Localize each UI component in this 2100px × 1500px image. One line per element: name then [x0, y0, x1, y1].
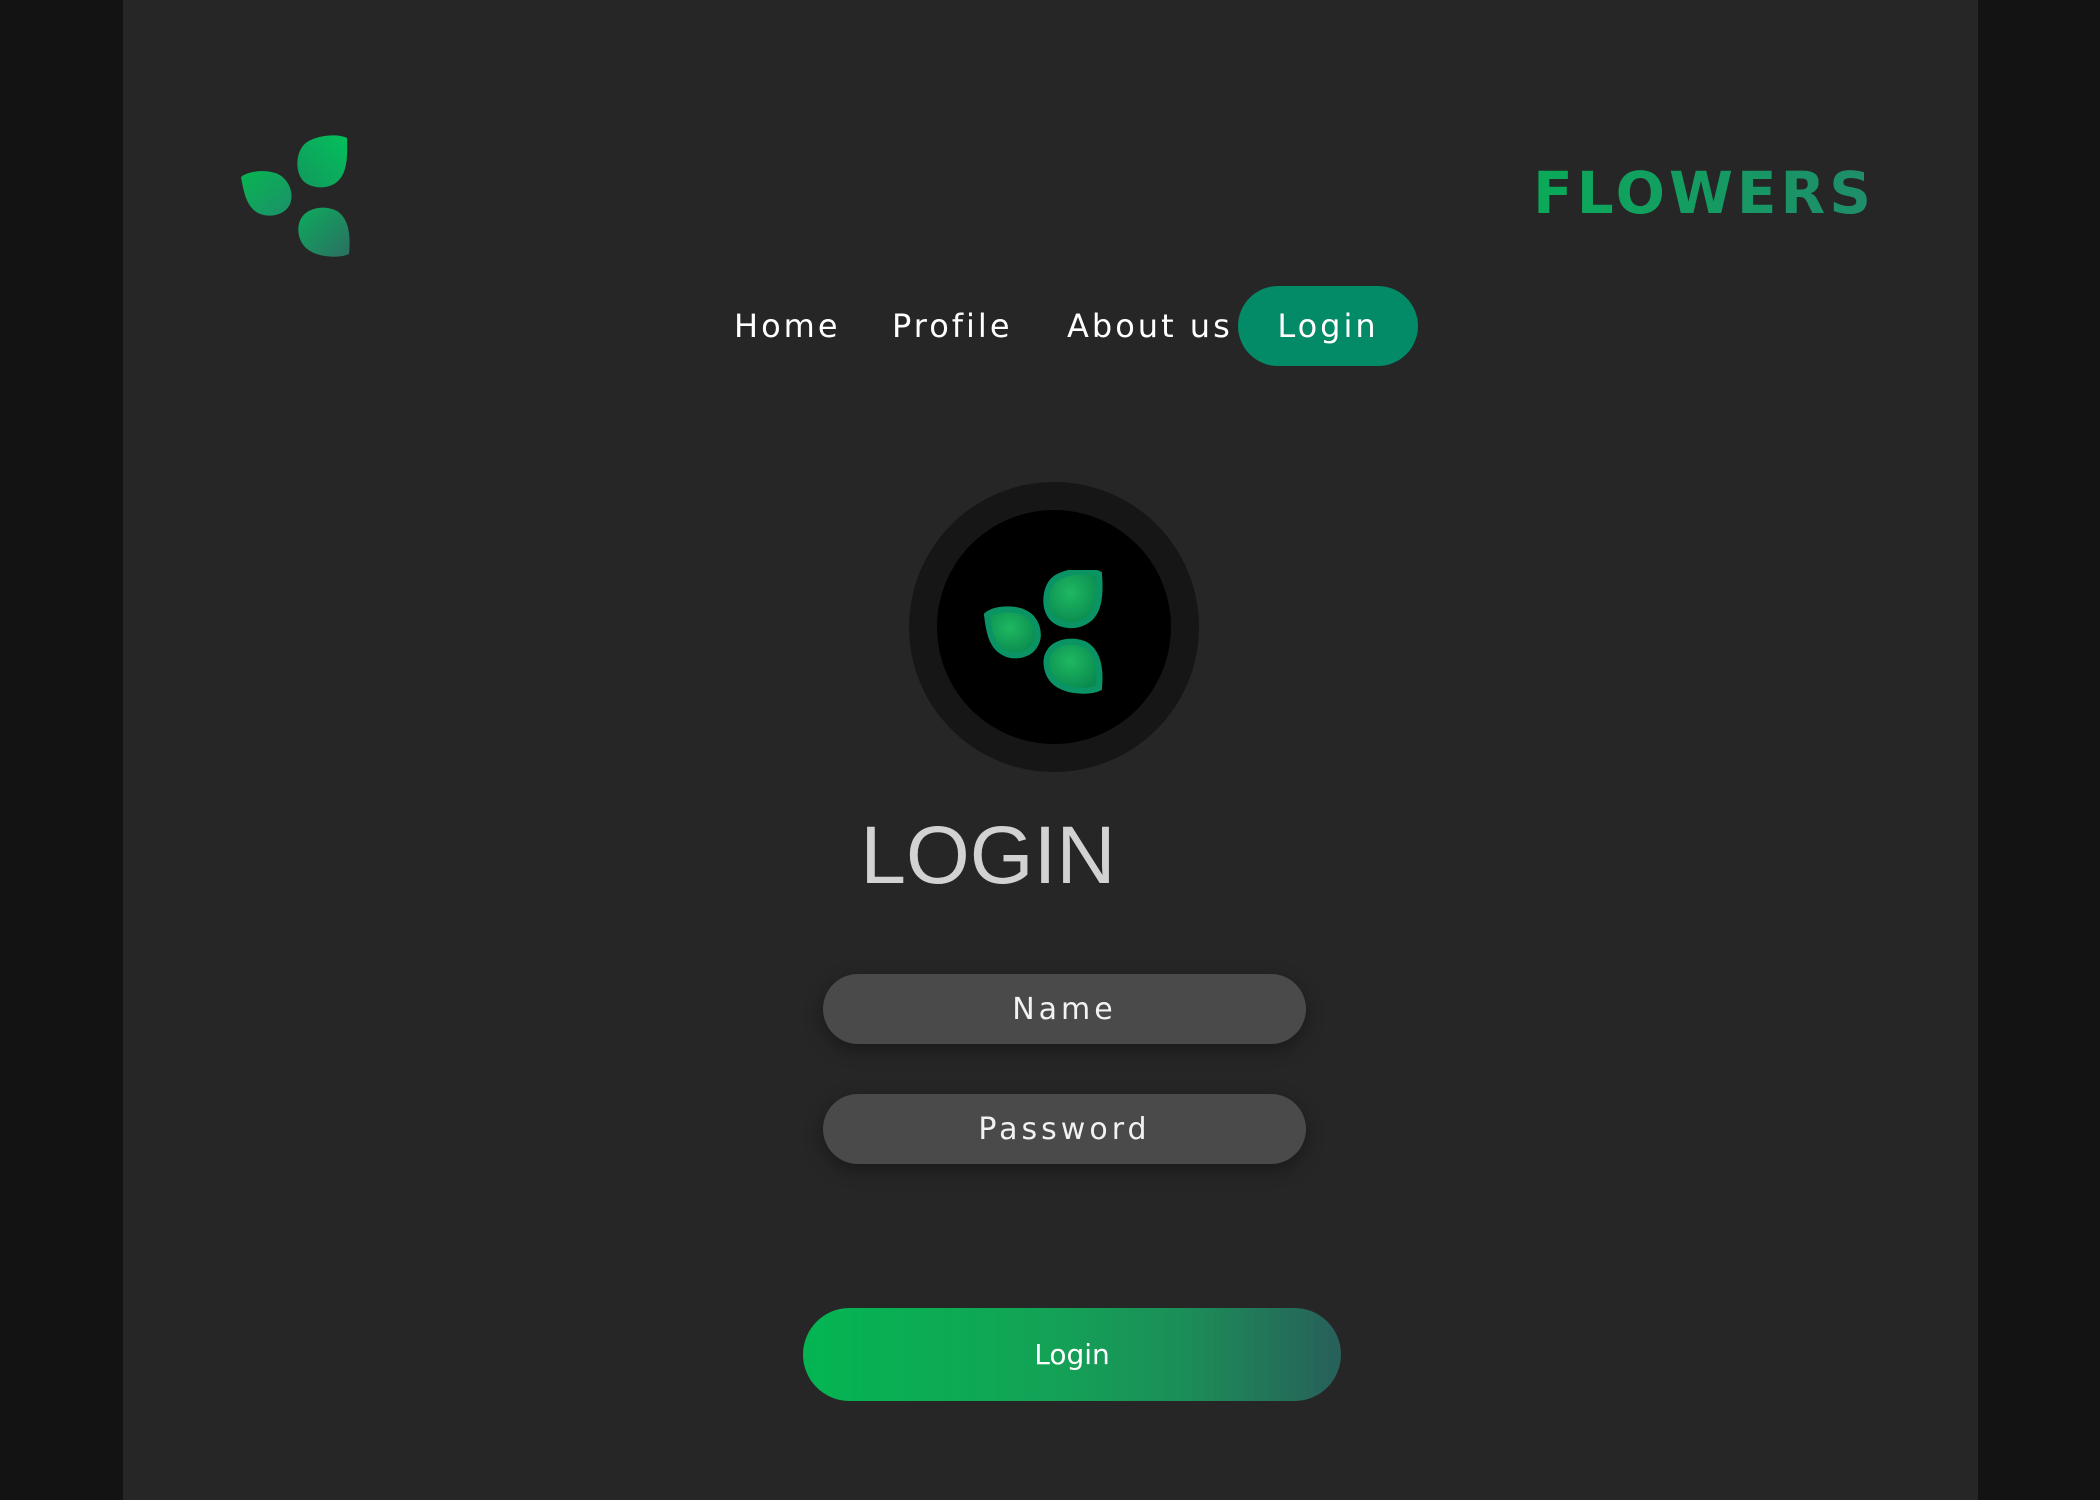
nav-item-login[interactable]: Login [1238, 286, 1418, 366]
login-heading: LOGIN [860, 810, 1116, 901]
brand-title: FLOWERS [1533, 159, 1875, 227]
nav-item-profile[interactable]: Profile [892, 286, 1013, 366]
nav-item-home[interactable]: Home [734, 286, 841, 366]
avatar [909, 482, 1199, 772]
login-page: @@ FLOWERS Home Profile About us Login [123, 0, 1978, 1500]
three-petal-leaf-icon[interactable]: @@ [240, 132, 360, 262]
main-nav: Home Profile About us Login [123, 286, 1978, 366]
password-field[interactable] [823, 1094, 1306, 1164]
login-submit-button[interactable]: Login [803, 1308, 1341, 1401]
nav-item-about-us[interactable]: About us [1067, 286, 1233, 366]
avatar-inner [937, 510, 1171, 744]
name-field[interactable] [823, 974, 1306, 1044]
three-petal-leaf-icon [983, 570, 1103, 694]
